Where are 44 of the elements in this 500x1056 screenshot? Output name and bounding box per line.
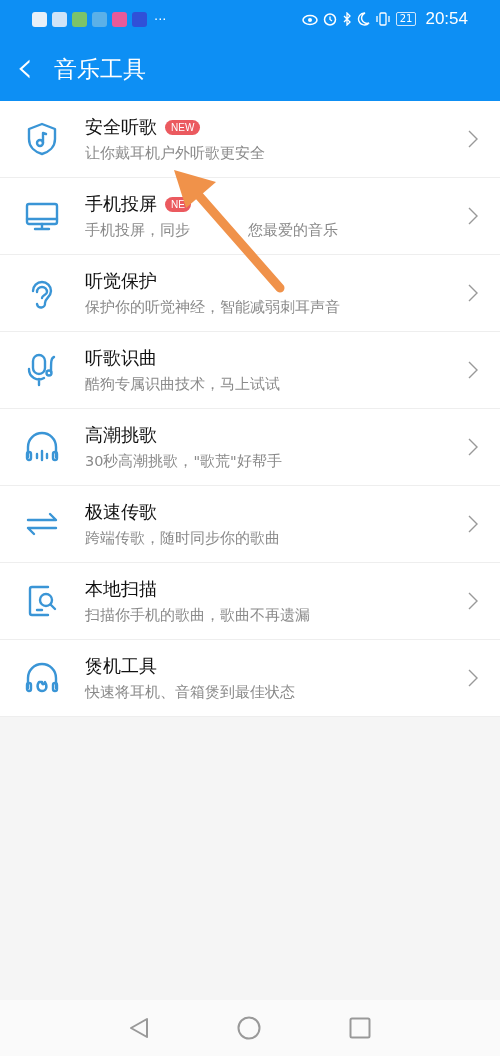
item-description: 酷狗专属识曲技术，马上试试 bbox=[85, 375, 281, 394]
alarm-icon bbox=[322, 12, 337, 26]
vibrate-icon bbox=[374, 12, 391, 26]
moon-icon bbox=[356, 12, 370, 26]
page-title: 音乐工具 bbox=[53, 55, 146, 84]
tool-item[interactable]: 极速传歌 跨端传歌，随时同步你的歌曲 bbox=[0, 486, 500, 563]
chevron-right-icon bbox=[468, 592, 478, 610]
tool-item[interactable]: 煲机工具 快速将耳机、音箱煲到最佳状态 bbox=[0, 640, 500, 717]
item-title: 听歌识曲 bbox=[85, 346, 157, 370]
item-title: 手机投屏 bbox=[85, 192, 157, 216]
new-badge: NEW bbox=[165, 119, 201, 135]
item-description: 手机投屏，同步 bbox=[85, 221, 190, 240]
item-title: 极速传歌 bbox=[85, 500, 157, 524]
item-title: 高潮挑歌 bbox=[85, 423, 157, 447]
chevron-right-icon bbox=[468, 515, 478, 533]
item-description: 扫描你手机的歌曲，歌曲不再遗漏 bbox=[85, 606, 311, 625]
more-notifications: ··· bbox=[154, 11, 167, 27]
item-description: 跨端传歌，随时同步你的歌曲 bbox=[85, 529, 281, 548]
chevron-right-icon bbox=[468, 669, 478, 687]
recents-nav-icon[interactable] bbox=[349, 1017, 371, 1039]
item-title: 安全听歌 bbox=[85, 115, 157, 139]
clock-time: 20:54 bbox=[425, 9, 468, 29]
tool-item[interactable]: 听觉保护 保护你的听觉神经，智能减弱刺耳声音 bbox=[0, 255, 500, 332]
item-description: 保护你的听觉神经，智能减弱刺耳声音 bbox=[85, 298, 341, 317]
back-nav-icon[interactable] bbox=[129, 1017, 149, 1039]
chevron-right-icon bbox=[468, 361, 478, 379]
home-nav-icon[interactable] bbox=[237, 1016, 261, 1040]
item-title: 听觉保护 bbox=[85, 269, 157, 293]
item-description: 让你戴耳机户外听歌更安全 bbox=[85, 144, 266, 163]
item-description: 快速将耳机、音箱煲到最佳状态 bbox=[85, 683, 296, 702]
tool-item[interactable]: 听歌识曲 酷狗专属识曲技术，马上试试 bbox=[0, 332, 500, 409]
tool-item[interactable]: 本地扫描 扫描你手机的歌曲，歌曲不再遗漏 bbox=[0, 563, 500, 640]
battery-level: 21 bbox=[395, 12, 417, 26]
item-title: 煲机工具 bbox=[85, 654, 157, 678]
eye-icon bbox=[301, 12, 318, 26]
chevron-right-icon bbox=[468, 130, 478, 148]
tool-item[interactable]: 高潮挑歌 30秒高潮挑歌，"歌荒"好帮手 bbox=[0, 409, 500, 486]
chevron-right-icon bbox=[468, 207, 478, 225]
bluetooth-icon bbox=[341, 12, 352, 26]
item-description: 您最爱的音乐 bbox=[248, 221, 338, 240]
item-description: 30秒高潮挑歌，"歌荒"好帮手 bbox=[85, 452, 283, 471]
item-title: 本地扫描 bbox=[85, 577, 157, 601]
chevron-right-icon bbox=[468, 284, 478, 302]
chevron-right-icon bbox=[468, 438, 478, 456]
